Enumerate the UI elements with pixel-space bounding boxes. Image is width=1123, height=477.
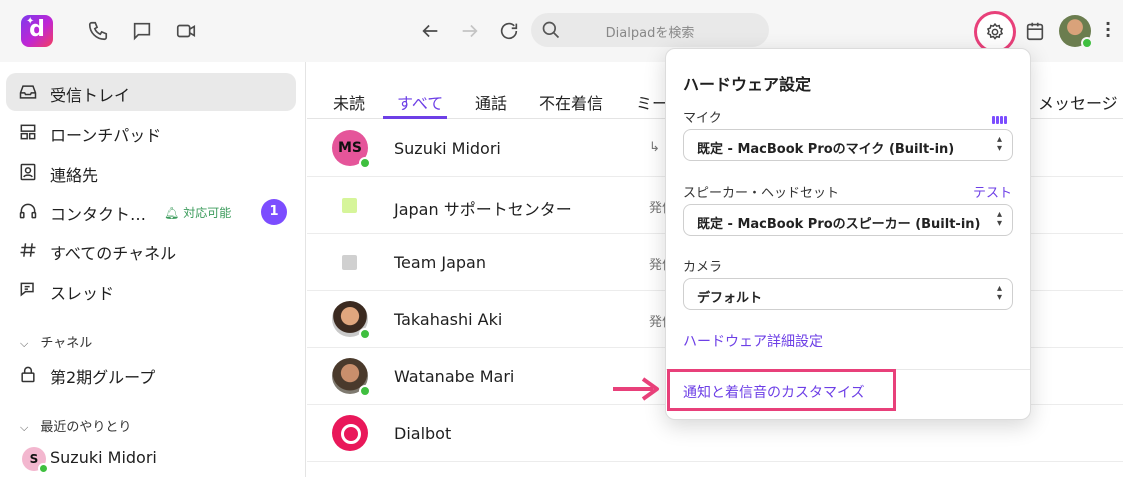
recent-item[interactable]: S Suzuki Midori xyxy=(6,439,296,477)
video-icon[interactable] xyxy=(175,20,197,42)
count-badge: 1 xyxy=(261,199,287,225)
more-menu-icon[interactable]: · · · xyxy=(1104,16,1112,44)
refresh-icon[interactable] xyxy=(498,20,520,42)
conversation-name: Team Japan xyxy=(394,253,486,272)
popover-title: ハードウェア設定 xyxy=(683,75,812,94)
chevron-down-icon: ⌵ xyxy=(20,421,29,434)
speaker-select[interactable]: 既定 - MacBook Proのスピーカー (Built-in) ▴ ▾ xyxy=(683,204,1013,236)
avatar xyxy=(332,358,371,397)
avatar: MS xyxy=(332,130,371,169)
back-arrow-icon[interactable] xyxy=(419,20,441,42)
conversation-meta: ↳ xyxy=(649,140,660,155)
gear-icon xyxy=(986,22,1004,40)
channel-label: 第2期グループ xyxy=(50,368,156,387)
channels-section-header[interactable]: ⌵ チャネル xyxy=(20,332,92,351)
avatar xyxy=(332,301,371,340)
dialpad-logo[interactable]: ✦ d xyxy=(21,15,53,47)
inbox-icon xyxy=(18,82,38,102)
speaker-label: スピーカー・ヘッドセット xyxy=(683,186,840,201)
conversation-name: Japan サポートセンター xyxy=(394,200,572,219)
tab-missed[interactable]: 不在着信 xyxy=(539,90,603,114)
advanced-hardware-settings-link[interactable]: ハードウェア詳細設定 xyxy=(683,331,823,351)
search-placeholder: Dialpadを検索 xyxy=(605,26,695,41)
online-status-dot xyxy=(38,463,49,474)
headset-icon xyxy=(18,201,38,221)
select-chevron-icon: ▴ ▾ xyxy=(996,134,1002,154)
conversation-name: Suzuki Midori xyxy=(394,139,501,158)
mic-level-icon xyxy=(992,108,1008,124)
tab-unread[interactable]: 未読 xyxy=(333,90,365,114)
bell-icon: 🔔︎ xyxy=(164,206,180,220)
sidebar-item-launchpad[interactable]: ローンチパッド xyxy=(6,113,296,151)
sidebar-item-label: ローンチパッド xyxy=(50,126,162,145)
online-status-dot xyxy=(1081,37,1093,49)
sidebar-item-inbox[interactable]: 受信トレイ xyxy=(6,73,296,111)
contacts-icon xyxy=(18,162,38,182)
select-chevron-icon: ▴ ▾ xyxy=(996,209,1002,229)
dialbot-icon xyxy=(332,415,368,451)
tab-calls[interactable]: 通話 xyxy=(475,90,507,114)
sidebar-item-contacts[interactable]: 連絡先 xyxy=(6,153,296,191)
forward-arrow-icon[interactable] xyxy=(459,20,481,42)
chevron-down-icon: ⌵ xyxy=(20,337,29,350)
sidebar-item-label: スレッド xyxy=(50,284,115,303)
search-input[interactable]: Dialpadを検索 xyxy=(531,13,769,47)
availability-status[interactable]: 🔔︎ 対応可能 xyxy=(164,204,231,221)
online-status-dot xyxy=(359,157,371,169)
online-status-dot xyxy=(359,328,371,340)
sidebar-item-contact-center[interactable]: コンタクト… 🔔︎ 対応可能 1 xyxy=(6,192,296,230)
sidebar-item-label: すべてのチャネル xyxy=(50,244,177,263)
speaker-test-link[interactable]: テスト xyxy=(973,182,1012,201)
phone-icon[interactable] xyxy=(87,20,109,42)
sidebar-item-label: コンタクト… xyxy=(50,205,147,224)
conversation-name: Dialbot xyxy=(394,424,452,443)
online-status-dot xyxy=(359,385,371,397)
group-color-icon xyxy=(342,198,357,213)
message-icon[interactable] xyxy=(131,20,153,42)
lock-icon xyxy=(18,364,38,384)
recent-section-header[interactable]: ⌵ 最近のやりとり xyxy=(20,416,131,435)
hash-icon xyxy=(18,240,38,260)
sidebar-item-label: 受信トレイ xyxy=(50,86,131,105)
threads-icon xyxy=(18,280,38,300)
conversation-name: Watanabe Mari xyxy=(394,367,515,386)
calendar-icon[interactable] xyxy=(1024,20,1046,42)
sidebar-item-threads[interactable]: スレッド xyxy=(6,271,296,309)
avatar: S xyxy=(22,447,49,474)
hardware-settings-popover: ハードウェア設定 マイク 既定 - MacBook Proのマイク (Built… xyxy=(665,48,1031,420)
active-tab-indicator xyxy=(383,116,447,119)
tab-all[interactable]: すべて xyxy=(397,90,443,114)
camera-label: カメラ xyxy=(683,260,723,275)
tab-messages[interactable]: メッセージ xyxy=(1038,90,1118,114)
settings-button[interactable] xyxy=(974,11,1016,53)
sidebar-item-label: 連絡先 xyxy=(50,166,99,185)
pointer-arrow-icon xyxy=(613,377,659,401)
mic-select[interactable]: 既定 - MacBook Proのマイク (Built-in) ▴ ▾ xyxy=(683,129,1013,161)
sidebar-item-all-channels[interactable]: すべてのチャネル xyxy=(6,231,296,269)
tab-meetings[interactable]: ミー xyxy=(636,90,668,114)
conversation-name: Takahashi Aki xyxy=(394,310,503,329)
launchpad-icon xyxy=(18,122,38,142)
user-avatar[interactable] xyxy=(1059,15,1093,49)
mic-label: マイク xyxy=(683,111,722,126)
group-color-icon xyxy=(342,255,357,270)
camera-select[interactable]: デフォルト ▴ ▾ xyxy=(683,278,1013,310)
highlight-box xyxy=(667,369,896,411)
select-chevron-icon: ▴ ▾ xyxy=(996,283,1002,303)
sidebar: 受信トレイ ローンチパッド 連絡先 コンタクト… 🔔︎ 対応可能 1 すべてのチャ… xyxy=(0,62,306,477)
channel-item[interactable]: 第2期グループ xyxy=(6,355,296,393)
recent-label: Suzuki Midori xyxy=(50,448,157,467)
